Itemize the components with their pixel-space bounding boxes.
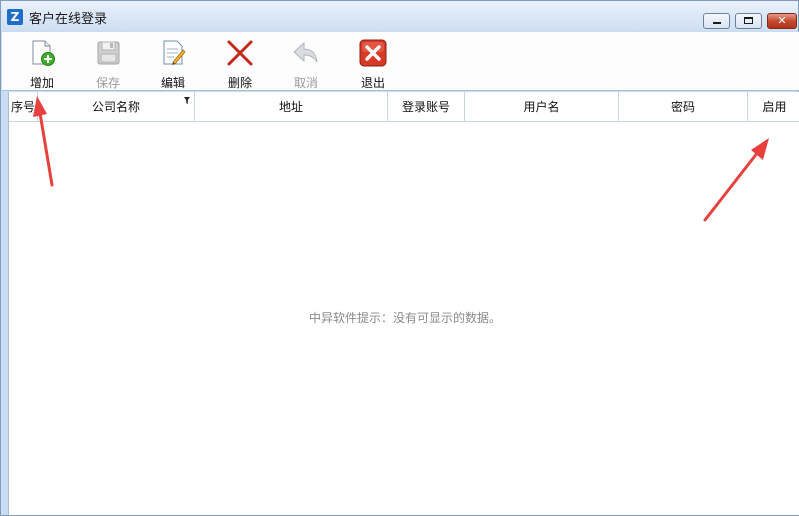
add-button-label: 增加	[29, 76, 54, 90]
edit-button[interactable]: 编辑	[148, 34, 198, 90]
minimize-icon	[713, 22, 721, 24]
column-header-label: 用户名	[523, 100, 560, 114]
save-button[interactable]: 保存	[83, 34, 133, 90]
column-header-label: 密码	[670, 100, 695, 114]
data-grid[interactable]: 序号 公司名称 地址 登录账号 用户名 密码 启用 中异软件提示：没有可显示的数…	[8, 92, 799, 515]
delete-x-icon	[227, 40, 253, 66]
minimize-button[interactable]	[703, 13, 730, 29]
column-header-label: 公司名称	[91, 100, 140, 114]
exit-button-label: 退出	[360, 76, 385, 90]
filter-icon[interactable]	[184, 97, 190, 104]
close-button[interactable]: ✕	[767, 13, 797, 29]
column-header-label: 地址	[278, 100, 303, 114]
column-header-enabled[interactable]: 启用	[748, 92, 799, 121]
floppy-disk-icon	[97, 41, 120, 65]
exit-red-x-icon	[359, 39, 387, 67]
main-window: Z 客户在线登录 ✕ 增加 保存 编辑 删除 取消 退出 序号 公司名称 地址 …	[0, 0, 799, 516]
window-title: 客户在线登录	[29, 12, 108, 27]
column-header-login-account[interactable]: 登录账号	[388, 92, 465, 121]
edit-document-icon	[163, 40, 186, 65]
column-header-username[interactable]: 用户名	[465, 92, 619, 121]
new-document-add-icon	[32, 40, 55, 66]
maximize-button[interactable]	[735, 13, 762, 29]
save-button-label: 保存	[95, 76, 120, 90]
undo-arrow-icon	[293, 41, 318, 63]
exit-button[interactable]: 退出	[348, 34, 398, 90]
cancel-button[interactable]: 取消	[281, 34, 331, 90]
app-logo-letter: Z	[10, 10, 20, 24]
toolbar: 增加 保存 编辑 删除 取消 退出	[2, 32, 799, 91]
add-button[interactable]: 增加	[17, 34, 67, 90]
column-header-label: 启用	[762, 100, 787, 114]
delete-button[interactable]: 删除	[215, 34, 265, 90]
edit-button-label: 编辑	[160, 76, 185, 90]
maximize-icon	[744, 17, 753, 24]
cancel-button-label: 取消	[293, 76, 318, 90]
title-bar[interactable]: Z 客户在线登录 ✕	[1, 1, 798, 31]
app-logo-icon: Z	[7, 9, 23, 25]
empty-grid-message: 中异软件提示：没有可显示的数据。	[308, 311, 501, 325]
column-header-company[interactable]: 公司名称	[38, 92, 195, 121]
column-header-password[interactable]: 密码	[619, 92, 748, 121]
delete-button-label: 删除	[227, 76, 252, 90]
column-header-label: 登录账号	[401, 100, 450, 114]
close-icon: ✕	[777, 14, 787, 27]
column-header-index[interactable]: 序号	[9, 92, 38, 121]
grid-header: 序号 公司名称 地址 登录账号 用户名 密码 启用	[9, 92, 799, 122]
column-header-label: 序号	[10, 100, 35, 114]
column-header-address[interactable]: 地址	[195, 92, 388, 121]
